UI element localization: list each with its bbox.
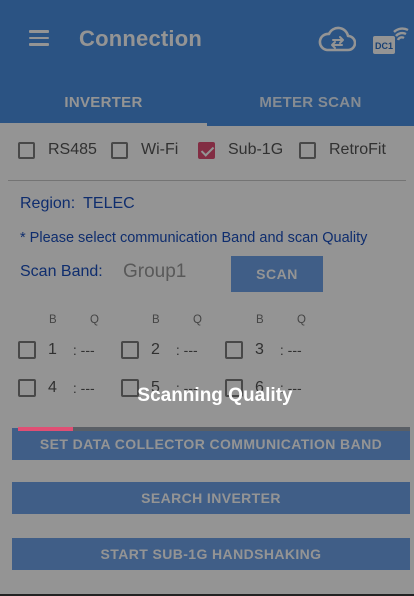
loading-overlay (0, 0, 414, 596)
scan-progress-fill (18, 427, 73, 431)
loading-message: Scanning Quality (137, 385, 293, 406)
screen: Connection DC1 INVERTER METER SCAN RS485 (0, 0, 414, 596)
scan-progress-bar (18, 427, 410, 431)
